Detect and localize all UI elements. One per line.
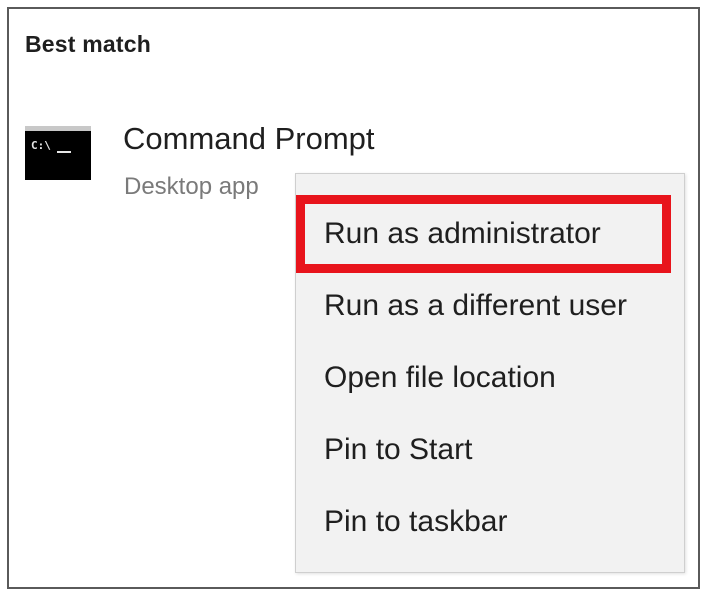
icon-cursor: [57, 151, 71, 153]
app-name: Command Prompt: [123, 121, 375, 156]
menu-item-pin-to-taskbar[interactable]: Pin to taskbar: [296, 492, 684, 552]
command-prompt-icon: C:\: [25, 126, 91, 180]
search-results-panel: Best match C:\ Command Prompt Desktop ap…: [7, 7, 700, 589]
menu-item-run-as-administrator[interactable]: Run as administrator: [296, 204, 684, 264]
context-menu: Run as administrator Run as a different …: [295, 173, 685, 573]
menu-item-open-file-location[interactable]: Open file location: [296, 348, 684, 408]
icon-prompt-text: C:\: [31, 139, 51, 152]
app-type: Desktop app: [124, 173, 259, 200]
menu-item-pin-to-start[interactable]: Pin to Start: [296, 420, 684, 480]
best-match-heading: Best match: [25, 31, 151, 57]
menu-item-run-as-different-user[interactable]: Run as a different user: [296, 276, 684, 336]
